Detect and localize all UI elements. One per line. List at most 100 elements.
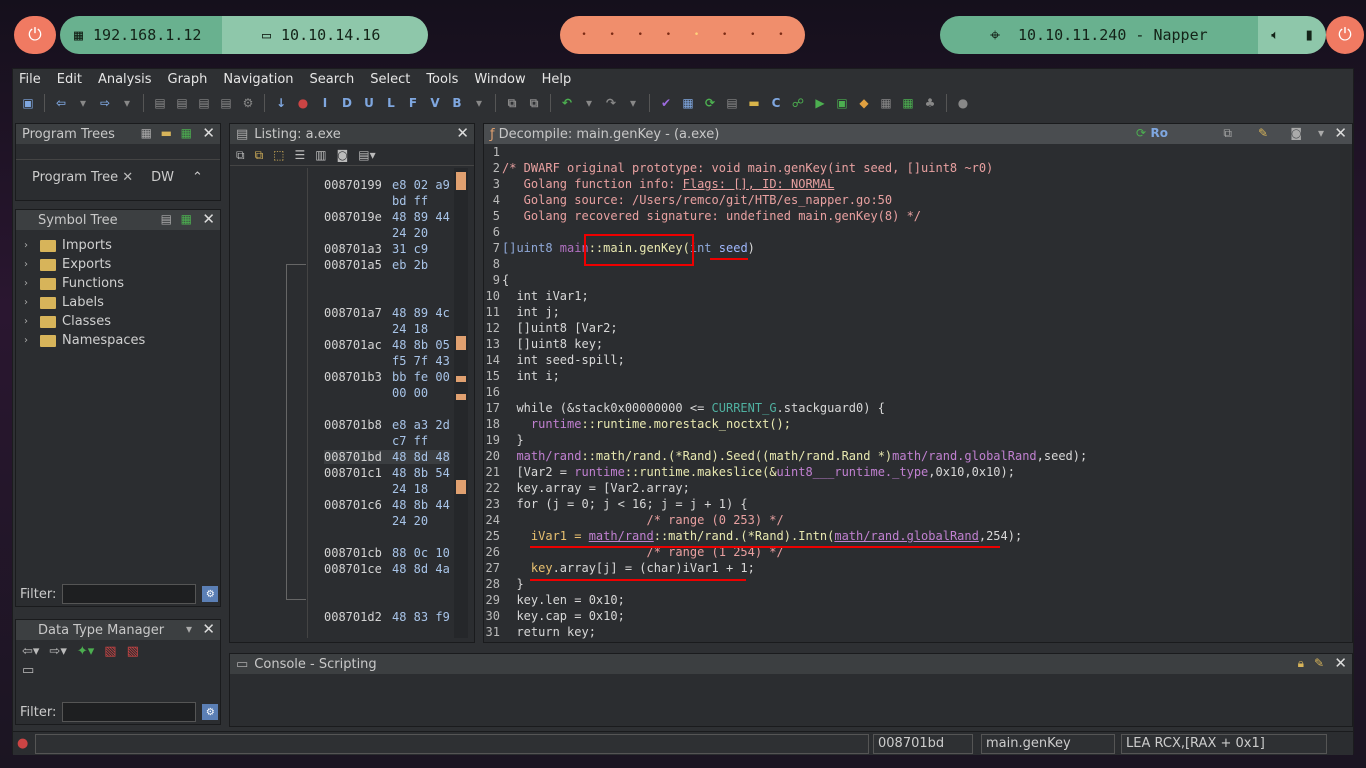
chevron-down-icon[interactable]: ▾ xyxy=(1318,126,1324,140)
copy-icon[interactable]: ⧉ xyxy=(1223,126,1232,141)
field-icon[interactable]: ☰ xyxy=(295,148,306,162)
listing-row[interactable]: 008701cb 88 0c 10 xyxy=(324,546,450,560)
listing-row[interactable]: 008701b3 bb fe 00 xyxy=(324,370,450,384)
menu-file[interactable]: File xyxy=(19,72,41,87)
page-icon[interactable]: ▤ xyxy=(217,94,235,112)
checklist-icon[interactable]: ▦ xyxy=(899,94,917,112)
menu-search[interactable]: Search xyxy=(310,72,355,87)
page-icon[interactable]: ▤ xyxy=(195,94,213,112)
function-icon[interactable]: F xyxy=(404,94,422,112)
chevron-right-icon[interactable]: › xyxy=(24,335,34,346)
instruction-icon[interactable]: I xyxy=(316,94,334,112)
listing-row[interactable]: 008701ac 48 8b 05 xyxy=(324,338,450,352)
workspace-dot-active[interactable]: • xyxy=(694,30,699,40)
down-arrow-icon[interactable]: ↓ xyxy=(272,94,290,112)
volume-icon[interactable]: 🔈︎ xyxy=(1271,28,1279,43)
tree-node-namespaces[interactable]: › Namespaces xyxy=(16,331,220,350)
chevron-right-icon[interactable]: › xyxy=(24,240,34,251)
close-icon[interactable]: ✕ xyxy=(456,124,469,142)
menu-analysis[interactable]: Analysis xyxy=(98,72,152,87)
workspace-dot[interactable]: • xyxy=(610,30,615,40)
listing-row[interactable]: 008701ce 48 8d 4a xyxy=(324,562,450,576)
memory-icon[interactable]: C xyxy=(767,94,785,112)
chevron-up-icon[interactable]: ⌃ xyxy=(192,170,203,185)
delete-icon[interactable]: ▧ xyxy=(104,644,116,659)
folder-open-icon[interactable]: ▬ xyxy=(161,126,172,140)
menu-navigation[interactable]: Navigation xyxy=(223,72,293,87)
listing-row[interactable]: 24 18 xyxy=(324,322,428,336)
chevron-right-icon[interactable]: › xyxy=(24,316,34,327)
snapshot-icon[interactable]: ◙ xyxy=(337,148,349,162)
menu-window[interactable]: Window xyxy=(474,72,525,87)
workspace-dot[interactable]: • xyxy=(778,30,783,40)
data-icon[interactable]: D xyxy=(338,94,356,112)
decompile-scrollbar[interactable] xyxy=(1340,144,1350,640)
workspace-dot[interactable]: • xyxy=(666,30,671,40)
check-icon[interactable]: ✔ xyxy=(657,94,675,112)
page-icon[interactable]: ▤ xyxy=(173,94,191,112)
grid-icon[interactable]: ▦ xyxy=(877,94,895,112)
save-icon[interactable]: ▣ xyxy=(19,94,37,112)
listing-row[interactable]: 008701a7 48 89 4c xyxy=(324,306,450,320)
listing-row[interactable]: 008701c1 48 8b 54 xyxy=(324,466,450,480)
listing-row[interactable]: 24 18 xyxy=(324,482,428,496)
workspace-dot[interactable]: • xyxy=(750,30,755,40)
workspace-dot[interactable]: • xyxy=(581,30,586,40)
listing-row[interactable]: 00870199 e8 02 a9 xyxy=(324,178,450,192)
clear-icon[interactable]: ✎ xyxy=(1314,656,1324,670)
tree-icon[interactable]: ▦ xyxy=(141,126,152,140)
archive-icon[interactable]: ▧ xyxy=(127,644,139,659)
close-icon[interactable]: ✕ xyxy=(1334,654,1347,672)
chevron-down-icon[interactable]: ▾ xyxy=(74,94,92,112)
listing-row[interactable]: 008701b8 e8 a3 2d xyxy=(324,418,450,432)
listing-row[interactable]: 008701a3 31 c9 xyxy=(324,242,428,256)
filter-options-icon[interactable]: ⚙ xyxy=(202,704,219,720)
workspace-dot[interactable]: • xyxy=(722,30,727,40)
tree-node-classes[interactable]: › Classes xyxy=(16,312,220,331)
tab-program-tree[interactable]: Program Tree ✕ xyxy=(32,170,133,185)
close-icon[interactable]: ✕ xyxy=(202,620,215,638)
forward-arrow-icon[interactable]: ⇨ xyxy=(96,94,114,112)
menu-help[interactable]: Help xyxy=(542,72,572,87)
tree-node-functions[interactable]: › Functions xyxy=(16,274,220,293)
close-icon[interactable]: ✕ xyxy=(1334,124,1347,142)
value-icon[interactable]: V xyxy=(426,94,444,112)
overview-bar[interactable] xyxy=(454,168,468,638)
power-menu-button[interactable]: ⏻ xyxy=(14,16,56,54)
copy-icon[interactable]: ⧉ xyxy=(236,148,245,162)
listing-row[interactable]: 0087019e 48 89 44 xyxy=(324,210,450,224)
script-icon[interactable]: ▣ xyxy=(833,94,851,112)
page-icon[interactable]: ▤ xyxy=(161,212,172,226)
copy-icon[interactable]: ⧉ xyxy=(503,94,521,112)
diff-icon[interactable]: ▥ xyxy=(315,148,326,162)
apply-icon[interactable]: ✦▾ xyxy=(77,644,94,659)
refresh-icon[interactable]: ⟳ xyxy=(701,94,719,112)
listing-row-selected[interactable]: 008701bd 48 8d 48 xyxy=(324,450,450,464)
chevron-right-icon[interactable]: › xyxy=(24,278,34,289)
label-icon[interactable]: L xyxy=(382,94,400,112)
tree-node-imports[interactable]: › Imports xyxy=(16,236,220,255)
listing-row[interactable]: 24 20 xyxy=(324,226,428,240)
chevron-down-icon[interactable]: ▾ xyxy=(624,94,642,112)
listing-row[interactable]: 008701c6 48 8b 44 xyxy=(324,498,450,512)
chevron-down-icon[interactable]: ▾ xyxy=(470,94,488,112)
forward-arrow-icon[interactable]: ⇨▾ xyxy=(49,644,66,659)
decompile-view[interactable]: 1 2 3 4 5 6 7 8 9 10 11 12 13 14 15 16 17 18 19 20 21 22 23 24 2… xyxy=(484,144,1350,640)
close-icon[interactable]: ✕ xyxy=(202,210,215,228)
help-icon[interactable]: ● xyxy=(954,94,972,112)
menu-edit[interactable]: Edit xyxy=(57,72,82,87)
filter-input[interactable] xyxy=(62,584,197,604)
listing-row[interactable]: 008701d2 48 83 f9 xyxy=(324,610,450,624)
menu-tools[interactable]: Tools xyxy=(426,72,458,87)
edit-icon[interactable]: ✎ xyxy=(1258,126,1268,140)
listing-row[interactable]: 00 00 xyxy=(324,386,428,400)
refresh-icon[interactable]: ⟳ xyxy=(1136,126,1146,140)
paste-icon[interactable]: ⧉ xyxy=(255,148,264,162)
lock-icon[interactable]: 🔒︎ xyxy=(1298,656,1304,671)
collapse-icon[interactable]: ▭ xyxy=(22,663,34,678)
program-tree-view[interactable] xyxy=(16,144,220,160)
close-icon[interactable]: ✕ xyxy=(202,124,215,142)
tab-dwarf[interactable]: DW xyxy=(151,170,174,185)
menu-select[interactable]: Select xyxy=(370,72,410,87)
chevron-right-icon[interactable]: › xyxy=(24,259,34,270)
